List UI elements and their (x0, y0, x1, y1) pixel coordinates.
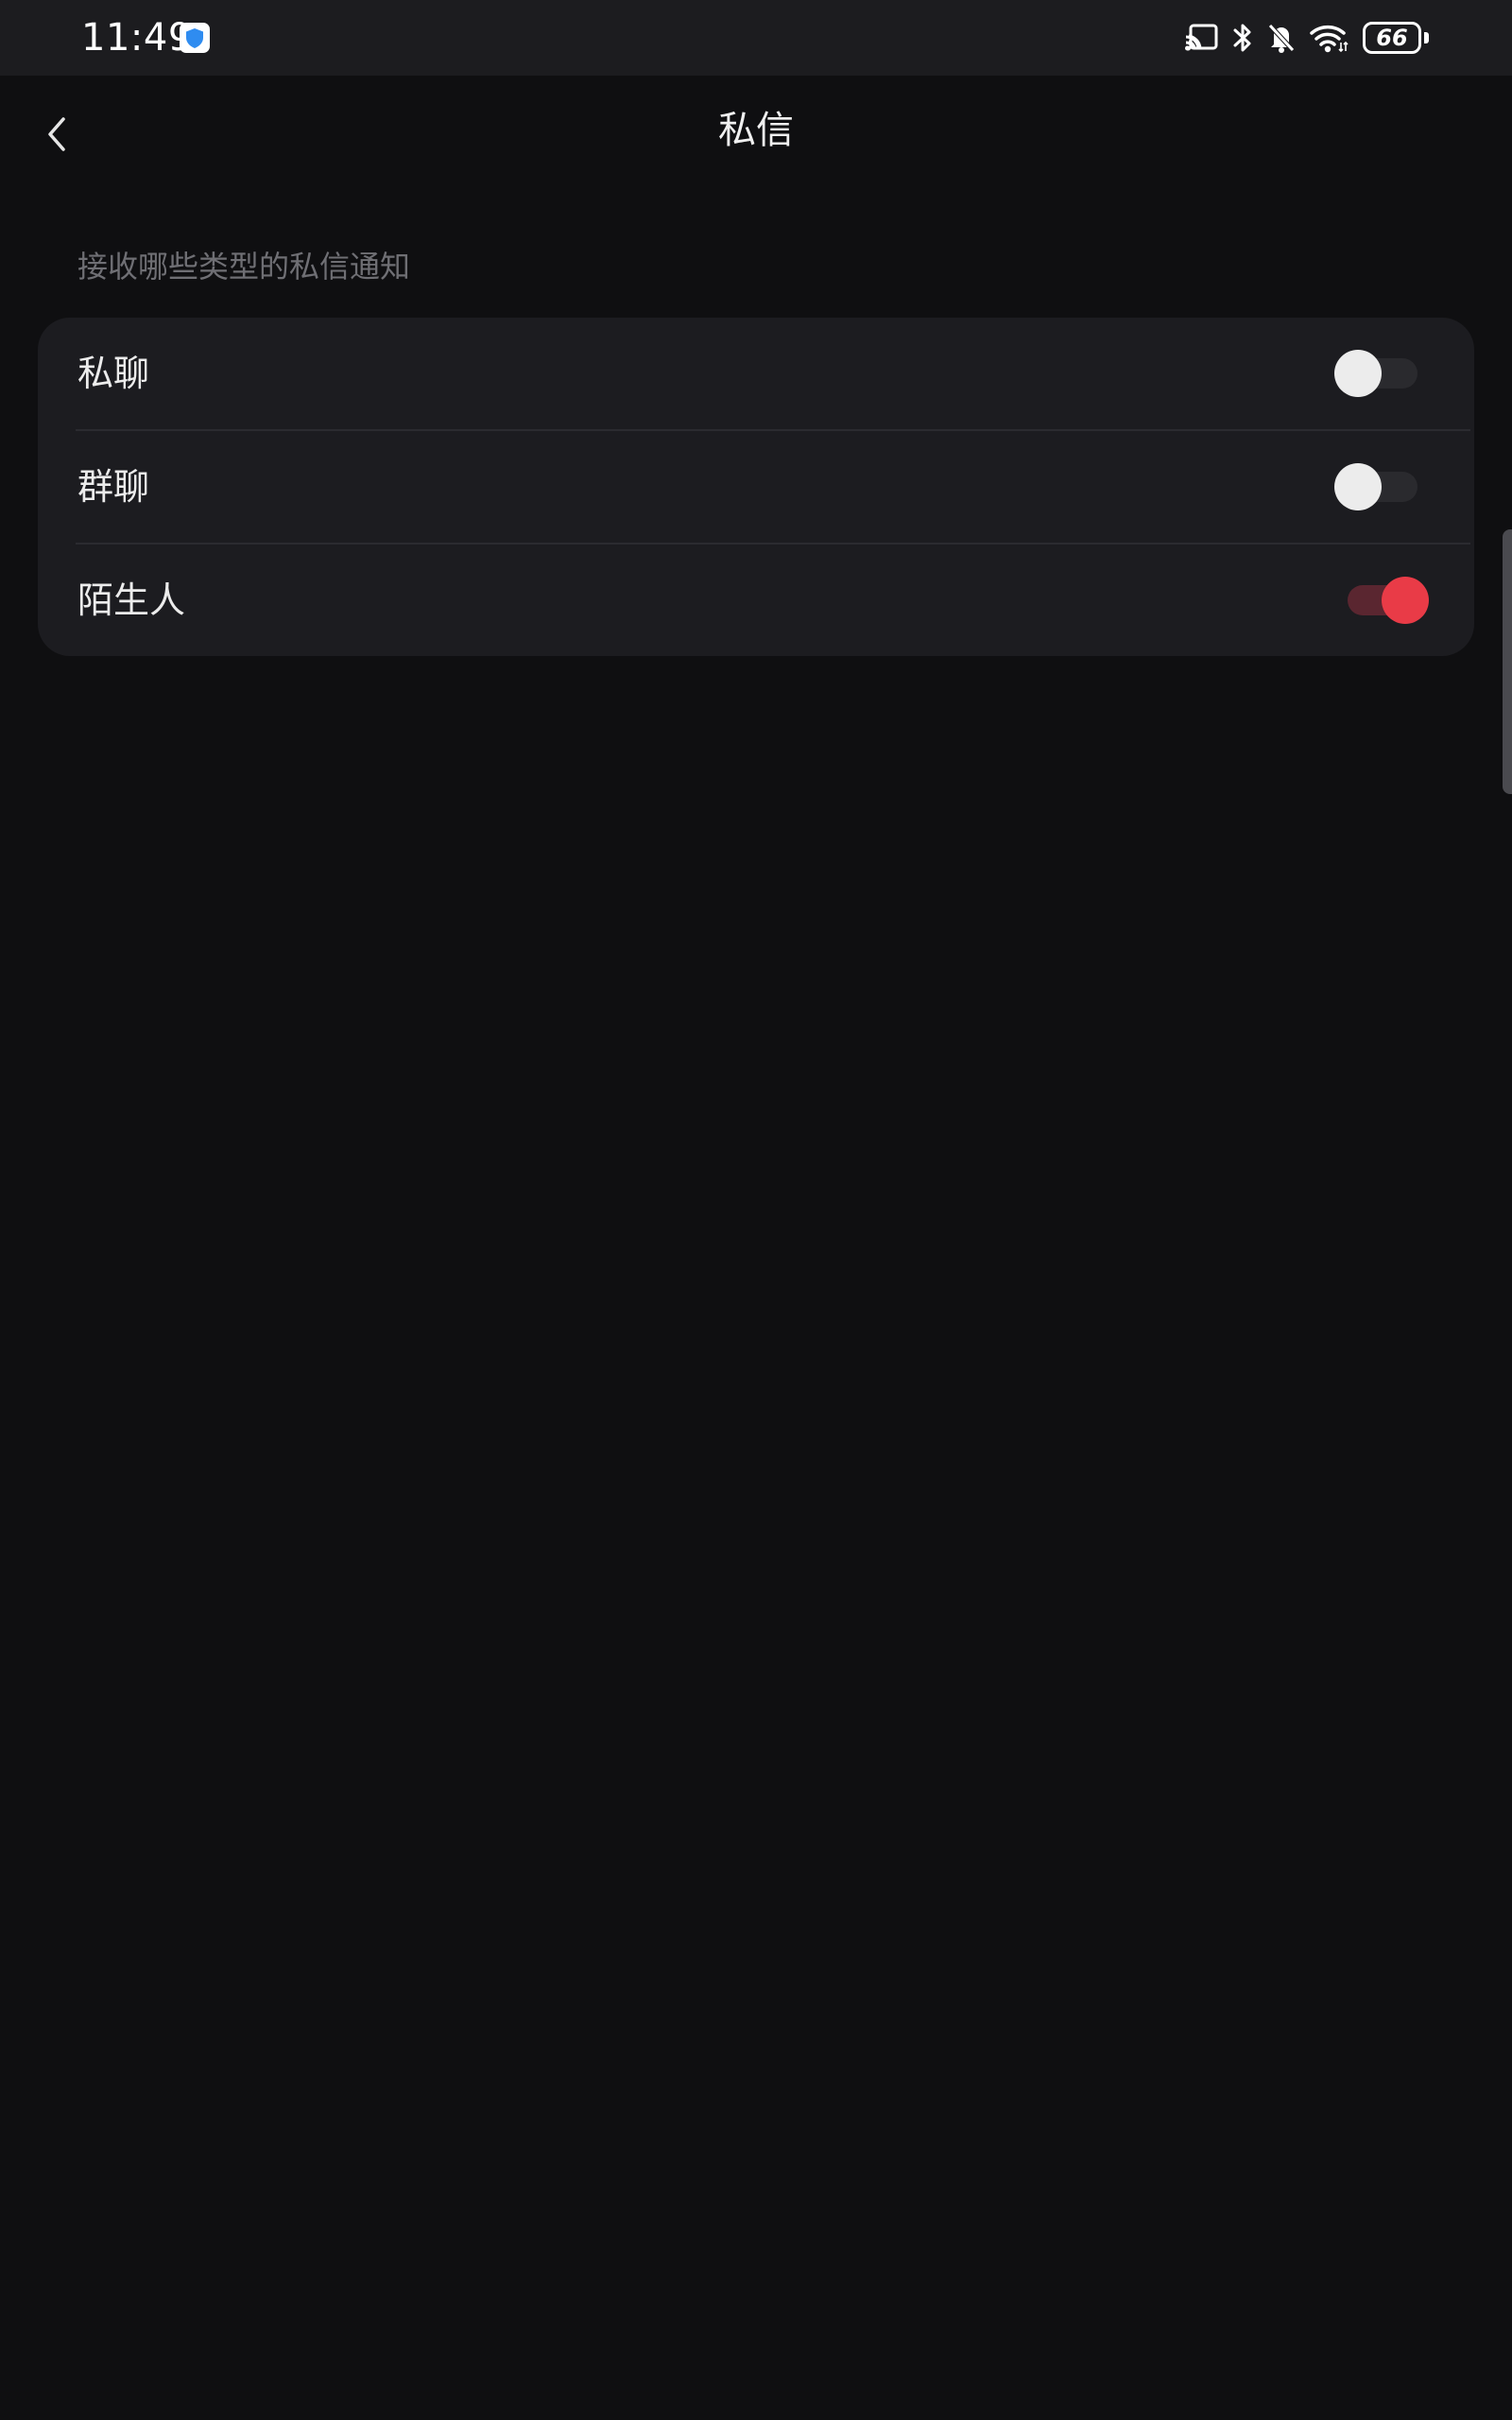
shield-app-icon (180, 23, 210, 53)
status-time: 11:49 (81, 16, 193, 60)
bell-off-icon (1268, 24, 1295, 53)
status-icons: 66 (1185, 19, 1429, 57)
settings-card: 私聊 群聊 陌生人 (38, 318, 1474, 656)
setting-label: 陌生人 (77, 579, 186, 621)
toggle-knob (1334, 463, 1382, 510)
battery-icon: 66 (1363, 22, 1421, 54)
setting-label: 群聊 (77, 466, 150, 508)
title-bar: 私信 (0, 76, 1512, 193)
setting-row-group-chat[interactable]: 群聊 (38, 431, 1474, 543)
setting-row-private-chat[interactable]: 私聊 (38, 318, 1474, 429)
battery-tip (1424, 32, 1429, 43)
wifi-icon (1310, 26, 1349, 53)
section-caption: 接收哪些类型的私信通知 (77, 249, 411, 285)
page-title: 私信 (718, 109, 794, 152)
battery-level: 66 (1376, 25, 1408, 51)
private-chat-toggle[interactable] (1329, 347, 1433, 400)
strangers-toggle[interactable] (1329, 574, 1433, 627)
setting-label: 私聊 (77, 353, 150, 394)
status-bar: 11:49 66 (0, 0, 1512, 76)
cast-icon (1185, 24, 1218, 51)
setting-row-strangers[interactable]: 陌生人 (38, 544, 1474, 656)
group-chat-toggle[interactable] (1329, 460, 1433, 513)
toggle-knob (1382, 577, 1429, 624)
scroll-handle[interactable] (1503, 529, 1512, 794)
bluetooth-icon (1233, 24, 1251, 52)
toggle-knob (1334, 350, 1382, 397)
